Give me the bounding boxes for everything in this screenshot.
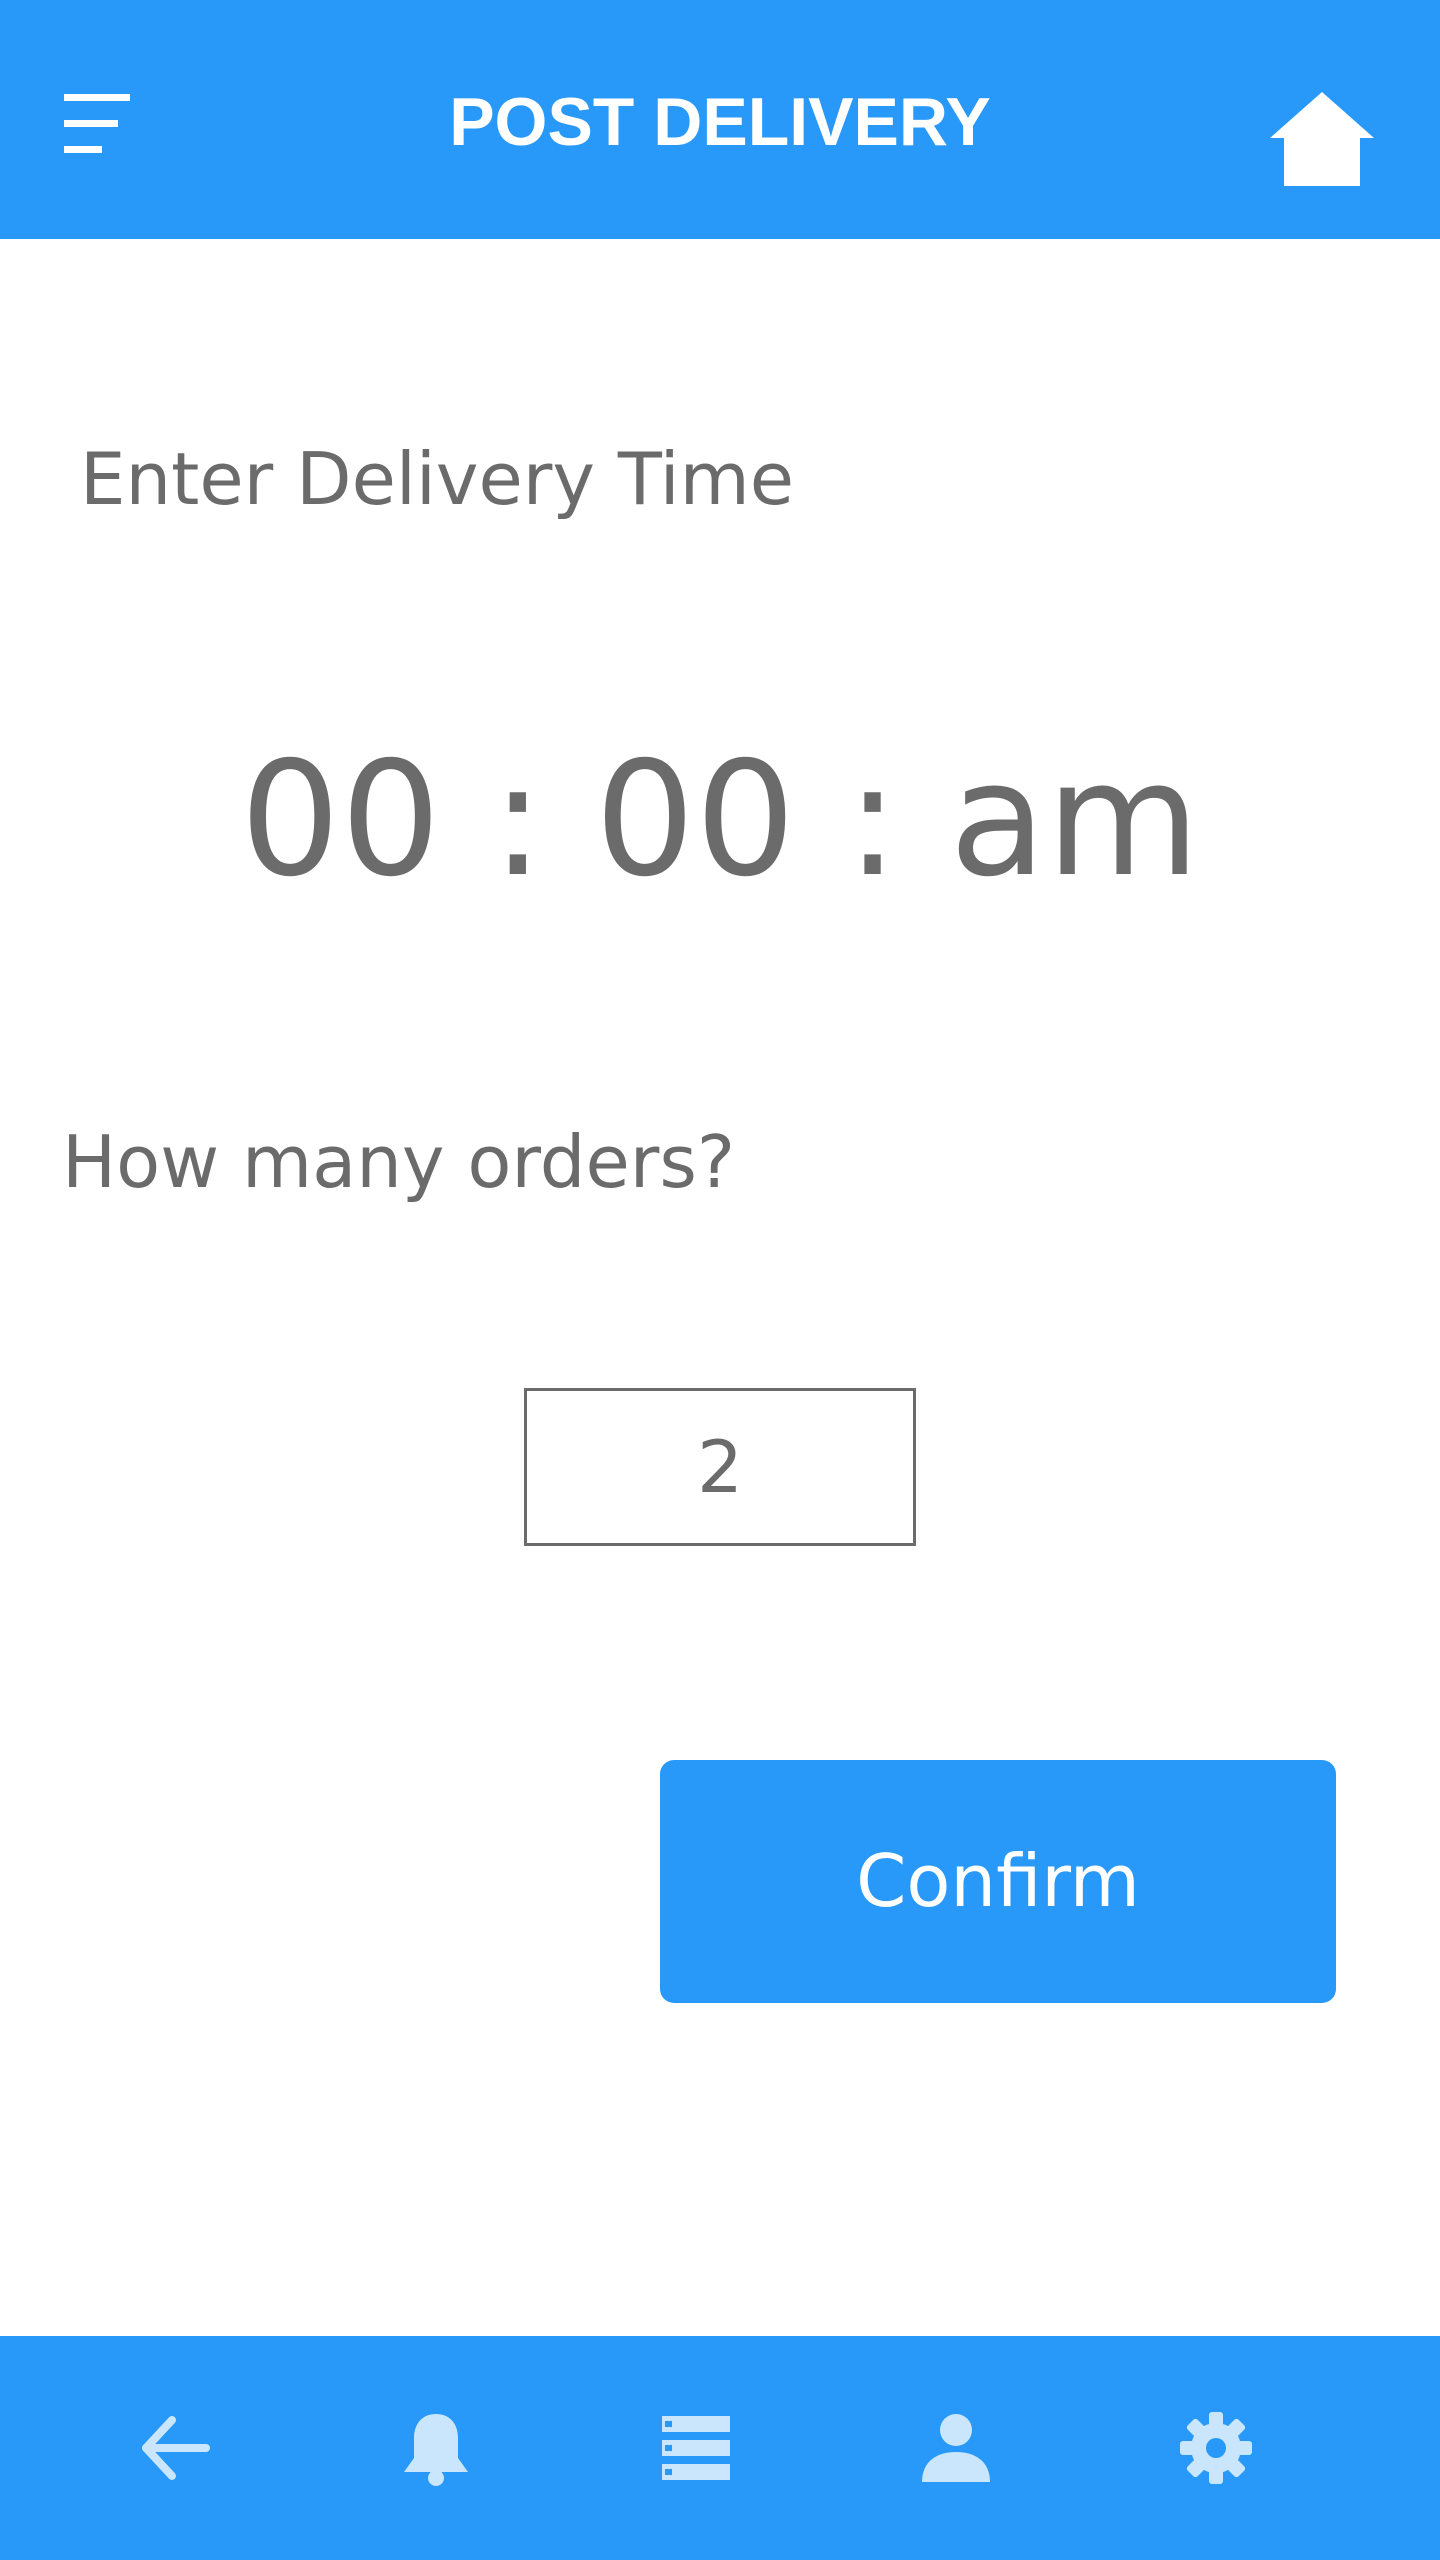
nav-list-button[interactable] [616, 2336, 776, 2560]
home-icon[interactable] [1262, 84, 1382, 194]
page-title: POST DELIVERY [449, 84, 991, 160]
user-icon [922, 2414, 990, 2482]
orders-count-label: How many orders? [62, 1120, 736, 1204]
delivery-time-label: Enter Delivery Time [80, 437, 795, 521]
nav-settings-button[interactable] [1136, 2336, 1296, 2560]
orders-count-input[interactable] [524, 1388, 916, 1546]
list-icon [662, 2416, 730, 2480]
gear-icon [1180, 2412, 1252, 2484]
delivery-time-picker[interactable]: 00 : 00 : am [0, 720, 1440, 920]
arrow-left-icon [142, 2416, 210, 2480]
nav-profile-button[interactable] [876, 2336, 1036, 2560]
bottom-nav [0, 2336, 1440, 2560]
bell-icon [404, 2414, 468, 2486]
app-bar: POST DELIVERY [0, 0, 1440, 239]
nav-notifications-button[interactable] [356, 2336, 516, 2560]
confirm-button[interactable]: Confirm [660, 1760, 1336, 2003]
nav-back-button[interactable] [96, 2336, 256, 2560]
